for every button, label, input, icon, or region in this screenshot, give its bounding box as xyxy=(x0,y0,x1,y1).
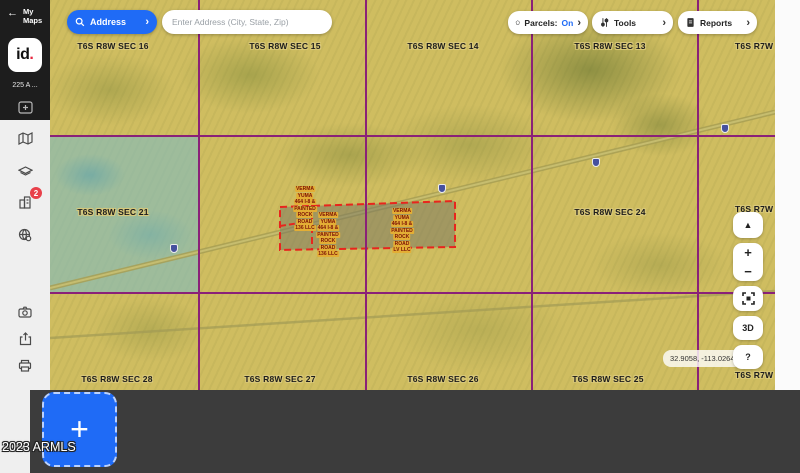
chevron-right-icon: › xyxy=(145,17,149,27)
section-label: T6S R8W SEC 13 xyxy=(574,41,645,51)
globe-location-icon[interactable] xyxy=(17,227,33,243)
back-to-my-maps[interactable]: ← My Maps xyxy=(7,8,49,25)
parcel-label-line: PAINTED xyxy=(316,232,340,238)
section-label: T6S R8W SEC 24 xyxy=(574,207,645,217)
camera-icon[interactable] xyxy=(17,304,33,320)
grid-line-horizontal xyxy=(50,292,775,294)
basemap-icon[interactable] xyxy=(17,130,33,146)
parcel-label-line: 464 I-8 & xyxy=(294,199,317,205)
zoom-out-button[interactable]: − xyxy=(733,262,763,281)
tools-sliders-icon xyxy=(599,17,610,28)
parcel-label-line: VERMA xyxy=(295,186,315,192)
parcel-label-line: LV LLC xyxy=(392,247,411,253)
interstate-shield-icon xyxy=(721,124,729,133)
help-button[interactable]: ? xyxy=(733,345,763,369)
tools-button-label: Tools xyxy=(614,18,636,28)
reports-button[interactable]: Reports › xyxy=(678,11,757,34)
section-label: T6S R7W xyxy=(735,41,773,51)
parcel-label-line: PAINTED xyxy=(390,228,414,234)
parcels-state: On xyxy=(562,18,574,28)
section-label: T6S R8W SEC 14 xyxy=(407,41,478,51)
parcel-label-line: PAINTED xyxy=(293,206,317,212)
parcel-label-line: VERMA xyxy=(318,212,338,218)
locate-focus-button[interactable] xyxy=(733,286,763,311)
compass-reset-button[interactable]: ▲ xyxy=(733,212,763,238)
3d-view-button[interactable]: 3D xyxy=(733,316,763,340)
zoom-control: + − xyxy=(733,243,763,281)
workspace-name: 225 A ... xyxy=(0,82,50,89)
back-label: My Maps xyxy=(23,8,49,25)
sidebar-header: ← My Maps id. 225 A ... xyxy=(0,0,50,120)
parcel-label-line: 136 LLC xyxy=(317,251,338,257)
parcel-label-line: ROAD xyxy=(320,245,337,251)
section-label: T6S R8W SEC 26 xyxy=(407,374,478,384)
interstate-shield-icon xyxy=(592,158,600,167)
chevron-right-icon: › xyxy=(662,18,666,28)
add-panel-icon[interactable] xyxy=(17,99,33,115)
parcel-label-line: 464 I-8 & xyxy=(317,225,340,231)
app-logo: id. xyxy=(8,38,42,72)
app-window: T6S R8W SEC 16 T6S R8W SEC 15 T6S R8W SE… xyxy=(0,0,800,473)
share-icon[interactable] xyxy=(17,331,33,347)
parcels-button-label: Parcels: xyxy=(524,18,557,28)
parcel-label-line: 464 I-8 & xyxy=(391,221,414,227)
logo-text: id xyxy=(16,46,29,64)
section-label: T6S R8W SEC 25 xyxy=(572,374,643,384)
zoom-in-button[interactable]: + xyxy=(733,243,763,262)
parcel-label-line: ROAD xyxy=(394,241,411,247)
interstate-shield-icon xyxy=(438,184,446,193)
section-label: T6S R8W SEC 15 xyxy=(249,41,320,51)
parcel-label-line: YUMA xyxy=(297,193,314,199)
search-icon xyxy=(75,17,85,27)
add-map-button[interactable]: + xyxy=(42,392,117,467)
parcel-label-line: VERMA xyxy=(392,208,412,214)
section-label: T6S R8W SEC 27 xyxy=(244,374,315,384)
parcel-owner-label: VERMA YUMA 464 I-8 & PAINTED ROCK ROAD L… xyxy=(390,208,414,254)
layers-icon[interactable] xyxy=(17,163,33,179)
parcels-button[interactable]: Parcels: On › xyxy=(508,11,588,34)
parcel-owner-label: VERMA YUMA 464 I-8 & PAINTED ROCK ROAD 1… xyxy=(293,186,317,232)
address-search-input[interactable] xyxy=(162,10,332,34)
reports-button-label: Reports xyxy=(700,18,732,28)
address-button[interactable]: Address › xyxy=(67,10,157,34)
parcel-label-line: YUMA xyxy=(394,215,411,221)
interstate-8-road-stripe xyxy=(50,112,775,288)
map-attribution: 2023 ARMLS xyxy=(2,440,76,454)
frontage-road xyxy=(50,291,775,338)
section-label: T6S R8W SEC 16 xyxy=(77,41,148,51)
compass-arrow-icon: ▲ xyxy=(744,220,753,230)
chevron-right-icon: › xyxy=(746,18,750,28)
saved-maps-tray: + xyxy=(30,390,800,473)
grid-line-horizontal xyxy=(50,135,775,137)
report-document-icon xyxy=(685,17,696,28)
parcel-owner-label: VERMA YUMA 464 I-8 & PAINTED ROCK ROAD 1… xyxy=(316,212,340,258)
focus-brackets-icon xyxy=(742,292,755,305)
parcel-label-line: YUMA xyxy=(320,219,337,225)
parcel-label-line: ROCK xyxy=(297,212,314,218)
parcel-label-line: ROCK xyxy=(394,234,411,240)
section-label: T6S R8W SEC 21 xyxy=(77,207,148,217)
logo-dot: . xyxy=(29,46,33,64)
parcel-label-line: ROAD xyxy=(297,219,314,225)
print-icon[interactable] xyxy=(17,357,33,373)
parcel-label-line: ROCK xyxy=(320,238,337,244)
address-search xyxy=(162,10,332,34)
section-label: T6S R8W SEC 28 xyxy=(81,374,152,384)
parcel-label-line: 136 LLC xyxy=(294,225,315,231)
notification-badge: 2 xyxy=(29,186,43,200)
address-button-label: Address xyxy=(90,17,126,27)
interstate-shield-icon xyxy=(170,244,178,253)
cursor-coordinates-readout: 32.9058, -113.0264 xyxy=(663,350,742,367)
chevron-right-icon: › xyxy=(577,18,581,28)
section-label: T6S R7W xyxy=(735,370,773,380)
tools-button[interactable]: Tools › xyxy=(592,11,673,34)
back-arrow-icon: ← xyxy=(7,8,18,18)
parcel-shape-icon xyxy=(515,17,520,28)
